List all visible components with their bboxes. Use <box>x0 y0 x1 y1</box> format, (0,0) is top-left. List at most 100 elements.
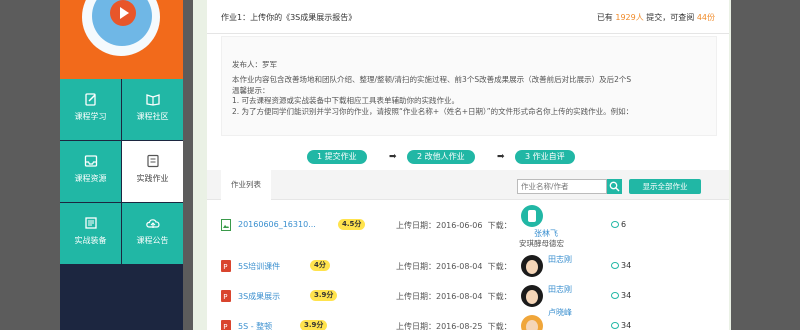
comment-count-text: 34 <box>621 321 632 330</box>
upload-date-text: 上传日期：2016-08-04 <box>396 262 483 271</box>
download-link[interactable]: 下载： <box>488 221 512 230</box>
course-banner <box>60 0 183 79</box>
comment-icon <box>611 262 619 269</box>
homework-title: 作业1：上传你的《3S成果展示报告》 <box>221 13 357 22</box>
sidebar-item-announcements[interactable]: 课程公告 <box>122 203 183 264</box>
notebook-icon <box>146 154 159 168</box>
homework-description: 发布人：罗军 本作业内容包含改善场地和团队介绍、整理/整顿/清扫的实施过程、前3… <box>221 36 717 136</box>
submission-stats: 已有 1929人 提交，可查阅 44份 <box>597 12 715 23</box>
play-icon <box>110 0 136 26</box>
comment-count[interactable]: 34 <box>611 261 631 270</box>
comment-count-text: 6 <box>621 220 627 229</box>
arrow-right-icon: ➡ <box>389 152 397 162</box>
edit-icon <box>84 93 96 106</box>
sidebar-item-equipment[interactable]: 实战装备 <box>60 203 121 264</box>
sidebar-item-course-community[interactable]: 课程社区 <box>122 79 183 140</box>
avatar[interactable] <box>521 255 543 277</box>
file-name-link[interactable]: 20160606_16310... <box>238 220 316 229</box>
table-row: P 5S - 整顿 3.9分 上传日期：2016-08-25 下载： 卢晓峰 3… <box>207 308 729 330</box>
user-name-link[interactable]: 卢晓峰 <box>548 307 572 318</box>
comment-count[interactable]: 34 <box>611 291 631 300</box>
upload-date: 上传日期：2016-08-04 下载： <box>396 291 512 302</box>
user-name-link[interactable]: 田志刚 <box>548 254 572 265</box>
stats-middle: 提交，可查阅 <box>646 13 695 22</box>
table-row: P 3S成果展示 3.9分 上传日期：2016-08-04 下载： 田志刚 34 <box>207 282 729 310</box>
user-name-link[interactable]: 田志刚 <box>548 284 572 295</box>
avatar[interactable] <box>521 285 543 307</box>
comment-icon <box>611 322 619 329</box>
sidebar-item-label: 课程学习 <box>74 112 107 121</box>
user-school: 安琪酵母德宏 <box>519 239 564 248</box>
list-toolbar: 作业列表 显示全部作业 <box>207 170 729 200</box>
upload-date: 上传日期：2016-06-06 下载： <box>396 220 512 231</box>
homework-header: 作业1：上传你的《3S成果展示报告》 已有 1929人 提交，可查阅 44份 <box>207 0 729 34</box>
comment-icon <box>611 292 619 299</box>
stats-prefix: 已有 <box>596 13 613 22</box>
search-button[interactable] <box>607 179 622 194</box>
search-input[interactable] <box>517 179 607 194</box>
submitted-count: 1929人 <box>615 13 644 22</box>
download-link[interactable]: 下载： <box>488 292 512 301</box>
upload-date-text: 上传日期：2016-06-06 <box>396 221 483 230</box>
publisher: 发布人：罗军 <box>232 60 277 69</box>
upload-date-text: 上传日期：2016-08-25 <box>396 322 483 330</box>
search-icon <box>609 181 620 192</box>
avatar[interactable] <box>521 315 543 330</box>
sidebar-item-label: 课程社区 <box>136 112 169 121</box>
sidebar-item-label: 实践作业 <box>136 174 169 183</box>
description-line: 2. 为了方便同学们能识别并学习你的作业，请按照“作业名称+（姓名+日期）”的文… <box>232 106 634 116</box>
description-line: 1. 可去课程资源或实战装备中下载相应工具表单辅助你的实践作业。 <box>232 96 460 105</box>
score-badge: 4.5分 <box>338 219 366 230</box>
sidebar-item-course-study[interactable]: 课程学习 <box>60 79 121 140</box>
score-badge: 4分 <box>310 260 330 271</box>
download-link[interactable]: 下载： <box>488 262 512 271</box>
show-all-homework-button[interactable]: 显示全部作业 <box>629 179 701 194</box>
step-review-others[interactable]: 2 改他人作业 <box>407 150 475 164</box>
score-badge: 3.9分 <box>310 290 338 301</box>
file-name-link[interactable]: 3S成果展示 <box>238 291 280 302</box>
sidebar-item-label: 课程公告 <box>136 236 169 245</box>
comment-count-text: 34 <box>621 261 632 270</box>
tab-homework-list[interactable]: 作业列表 <box>221 170 271 200</box>
score-badge: 3.9分 <box>300 320 328 330</box>
equipment-icon <box>84 217 97 229</box>
course-logo <box>82 0 160 56</box>
upload-date-text: 上传日期：2016-08-04 <box>396 292 483 301</box>
description-line: 温馨提示： <box>232 85 270 95</box>
sidebar: 课程学习 课程社区 课程资源 实践作业 实战装备 课程公告 <box>60 0 183 330</box>
svg-text:P: P <box>223 293 227 301</box>
cloud-upload-icon <box>145 219 160 228</box>
comment-count[interactable]: 6 <box>611 220 626 229</box>
file-name-link[interactable]: 5S - 整顿 <box>238 321 272 330</box>
step-submit[interactable]: 1 提交作业 <box>307 150 367 164</box>
svg-text:P: P <box>223 263 227 271</box>
description-text: 本作业内容包含改善场地和团队介绍、整理/整顿/清扫的实施过程、前3个S改善成果展… <box>232 75 702 117</box>
ppt-file-icon: P <box>221 260 231 272</box>
comment-count[interactable]: 34 <box>611 321 631 330</box>
avatar[interactable] <box>521 205 543 227</box>
sidebar-item-practice-homework[interactable]: 实践作业 <box>122 141 183 202</box>
comment-count-text: 34 <box>621 291 632 300</box>
ppt-file-icon: P <box>221 290 231 302</box>
svg-text:P: P <box>223 323 227 330</box>
ppt-file-icon: P <box>221 320 231 330</box>
image-file-icon <box>221 219 231 231</box>
sidebar-item-label: 课程资源 <box>74 174 107 183</box>
comment-icon <box>611 221 619 228</box>
inbox-icon <box>84 155 97 167</box>
sidebar-item-course-resources[interactable]: 课程资源 <box>60 141 121 202</box>
book-icon <box>145 94 160 106</box>
main-area: 作业1：上传你的《3S成果展示报告》 已有 1929人 提交，可查阅 44份 发… <box>193 0 731 330</box>
viewable-count: 44份 <box>696 13 715 22</box>
homework-steps: 1 提交作业 ➡ 2 改他人作业 ➡ 3 作业自评 <box>307 150 607 164</box>
table-row: 20160606_16310... 4.5分 上传日期：2016-06-06 下… <box>207 205 729 248</box>
sidebar-item-label: 实战装备 <box>74 236 107 245</box>
homework-card: 作业1：上传你的《3S成果展示报告》 已有 1929人 提交，可查阅 44份 发… <box>207 0 729 330</box>
download-link[interactable]: 下载： <box>488 322 512 330</box>
upload-date: 上传日期：2016-08-25 下载： <box>396 321 512 330</box>
description-line: 本作业内容包含改善场地和团队介绍、整理/整顿/清扫的实施过程、前3个S改善成果展… <box>232 75 632 84</box>
step-self-evaluate[interactable]: 3 作业自评 <box>515 150 575 164</box>
file-name-link[interactable]: 5S培训课件 <box>238 261 280 272</box>
table-row: P 5S培训课件 4分 上传日期：2016-08-04 下载： 田志刚 34 <box>207 252 729 280</box>
arrow-right-icon: ➡ <box>497 152 505 162</box>
